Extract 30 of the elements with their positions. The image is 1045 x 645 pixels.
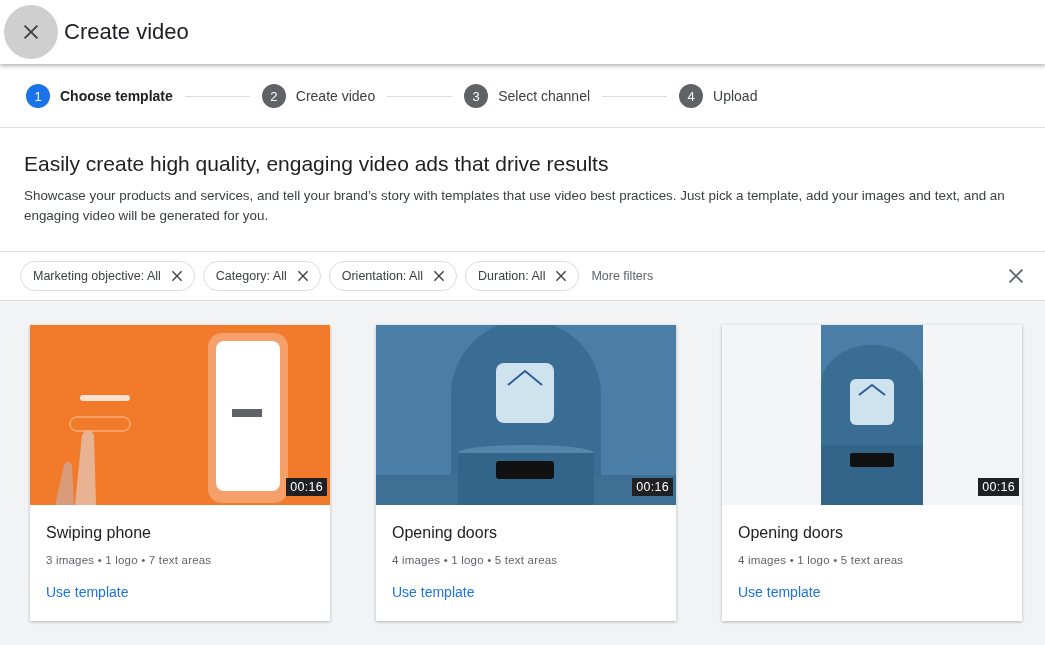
window-title: Create video <box>64 19 189 45</box>
step-label: Select channel <box>498 88 591 104</box>
filter-chip[interactable]: Orientation: All <box>328 261 457 291</box>
filter-chip[interactable]: Category: All <box>202 261 321 291</box>
close-icon <box>431 268 447 284</box>
filter-chip[interactable]: Marketing objective: All <box>20 261 195 291</box>
duration-badge: 00:16 <box>632 478 673 496</box>
step-label: Create video <box>295 88 376 104</box>
intro-description: Showcase your products and services, and tell your brand’s story with templates that use video best practices. Just pick a template, add your images and text, and an engaging video will be generated for you. <box>24 187 1006 225</box>
template-title: Opening doors <box>392 524 497 542</box>
step-label: Choose template <box>60 88 173 104</box>
filter-chip[interactable]: Duration: All <box>465 261 580 291</box>
more-filters-button[interactable]: More filters <box>587 269 658 283</box>
step-label: Upload <box>713 88 758 104</box>
template-details: 4 images • 1 logo • 5 text areas <box>392 554 558 566</box>
step-number: 3 <box>464 84 489 108</box>
use-template-link[interactable]: Use template <box>738 584 821 600</box>
step-number: 1 <box>26 84 50 108</box>
use-template-link[interactable]: Use template <box>392 584 475 600</box>
duration-badge: 00:16 <box>286 478 327 496</box>
step-number: 4 <box>679 84 704 108</box>
intro-heading: Easily create high quality, engaging video ads that drive results <box>24 152 610 176</box>
step-number: 2 <box>261 84 286 108</box>
duration-badge: 00:16 <box>978 478 1019 496</box>
template-details: 4 images • 1 logo • 5 text areas <box>738 554 904 566</box>
template-title: Opening doors <box>738 524 843 542</box>
use-template-link[interactable]: Use template <box>46 584 129 600</box>
template-title: Swiping phone <box>46 524 151 542</box>
close-button[interactable] <box>4 5 58 59</box>
template-details: 3 images • 1 logo • 7 text areas <box>46 554 212 566</box>
